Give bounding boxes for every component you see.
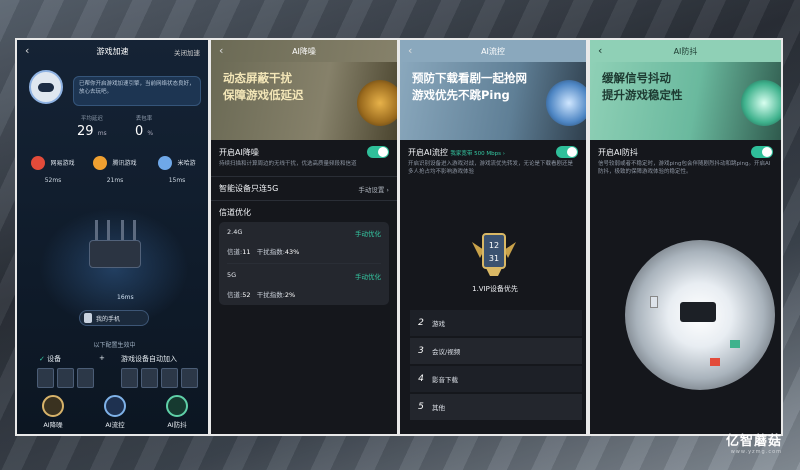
banner: 缓解信号抖动 提升游戏稳定性: [590, 62, 781, 140]
gamepad-icon[interactable]: [161, 368, 178, 388]
page-title: AI降噪: [292, 46, 316, 56]
header: ‹ 游戏加速 关闭加速: [17, 40, 208, 62]
router-antenna: [107, 220, 110, 242]
device-node-icon: [730, 340, 740, 348]
my-phone-chip[interactable]: 我的手机: [79, 310, 149, 326]
manual-optimize-button[interactable]: 手动优化: [355, 228, 381, 238]
device-node-icon: [650, 296, 658, 308]
server-mihoyo: 米哈游 15ms: [151, 152, 203, 184]
tencent-icon: [93, 155, 108, 170]
badge-top-number: 12: [489, 241, 499, 250]
priority-row[interactable]: 5 其他: [410, 394, 582, 420]
watermark-logo: 亿智蘑菇 www.yzmg.com: [725, 434, 782, 455]
priority-row[interactable]: 3 会议/视频: [410, 338, 582, 364]
manual-settings-link[interactable]: 手动设置 ›: [358, 184, 389, 194]
router-antenna: [121, 220, 124, 242]
ai-denoise-toggle[interactable]: [367, 146, 389, 158]
auto-add-label: 游戏设备自动加入: [121, 355, 177, 363]
toggle-row: 开启AI流控 我家宽带 500 Mbps ›: [400, 146, 586, 158]
game-acceleration-screen: ‹ 游戏加速 关闭加速 已帮你开启游戏加速引擎，当前网络状态良好，放心去玩吧。 …: [15, 38, 210, 436]
banner: 预防下载看剧一起抢网 游戏优先不跳Ping: [400, 62, 586, 140]
netease-icon: [31, 155, 46, 170]
back-icon[interactable]: ‹: [219, 44, 223, 57]
toggle-label: 开启AI防抖: [598, 147, 638, 157]
server-netease: 网易游戏 52ms: [27, 152, 79, 184]
status-bubble: 已帮你开启游戏加速引擎，当前网络状态良好，放心去玩吧。: [73, 76, 201, 106]
header: ‹ AI防抖: [590, 40, 781, 62]
device-thumbnail[interactable]: [57, 368, 74, 388]
nav-ai-flow-control[interactable]: AI流控: [95, 395, 135, 429]
channel-optimization-title: 信道优化: [219, 208, 251, 217]
header: ‹ AI流控: [400, 40, 586, 62]
packet-loss-stat: 丢包率 0 %: [135, 116, 154, 139]
bandwidth-link[interactable]: 我家宽带 500 Mbps ›: [450, 151, 505, 157]
priority-row[interactable]: 2 游戏: [410, 310, 582, 336]
nav-ai-anti-jitter[interactable]: AI防抖: [157, 395, 197, 429]
router-icon: [89, 240, 141, 268]
latency-label: 16ms: [117, 294, 134, 301]
page-title: AI防抖: [673, 46, 698, 56]
phone-icon: [84, 313, 92, 323]
back-icon[interactable]: ‹: [598, 44, 602, 57]
toggle-label: 开启AI降噪: [219, 147, 259, 157]
ai-denoise-screen: ‹ AI降噪 动态屏蔽干扰 保障游戏低延迟 开启AI降噪 持续扫描和计算周边的无…: [209, 38, 399, 436]
device-thumbnail[interactable]: [77, 368, 94, 388]
page-title: 游戏加速: [96, 46, 129, 56]
mihoyo-icon: [158, 155, 173, 170]
plus-label: +: [99, 354, 105, 362]
gamepad-icon[interactable]: [141, 368, 158, 388]
vip-badge-icon: 12 31: [472, 233, 516, 276]
manual-optimize-button[interactable]: 手动优化: [355, 271, 381, 281]
priority-row[interactable]: 4 影音下载: [410, 366, 582, 392]
ai-anti-jitter-icon: [166, 395, 188, 417]
ai-flow-control-icon: [104, 395, 126, 417]
nav-ai-denoise[interactable]: AI降噪: [33, 395, 73, 429]
toggle-description: 信号较弱或者不稳定时，游戏ping包会伴随剧烈抖动和跳ping。开启AI防抖，极…: [598, 161, 771, 175]
page-title: AI流控: [481, 46, 505, 56]
toggle-row: 开启AI防抖: [590, 146, 781, 158]
smart-5g-row[interactable]: 智能设备只连5G 手动设置 ›: [211, 183, 397, 194]
toggle-row: 开启AI降噪: [211, 146, 397, 158]
toggle-description: 持续扫描和计算周边的无线干扰，优选高质量频段和信道: [219, 161, 357, 167]
device-group-label: ✓ 设备: [39, 355, 62, 363]
device-thumbnails: [37, 368, 94, 388]
badge-bottom-number: 31: [489, 254, 499, 263]
toggle-description: 开启识别设备进入游戏对战，游戏流优先转发，无论是下载看剧还是多人抢占均不影响游戏…: [408, 161, 574, 175]
avg-latency-stat: 平均延迟 29 ms: [77, 116, 107, 139]
radar-medal-icon: [357, 80, 397, 126]
back-icon[interactable]: ‹: [25, 44, 29, 57]
ai-flow-control-screen: ‹ AI流控 预防下载看剧一起抢网 游戏优先不跳Ping 开启AI流控 我家宽带…: [398, 38, 588, 436]
gamepad-icon[interactable]: [181, 368, 198, 388]
ai-anti-jitter-screen: ‹ AI防抖 缓解信号抖动 提升游戏稳定性 开启AI防抖 信号较弱或者不稳定时，…: [588, 38, 783, 436]
signal-medal-icon: [741, 80, 781, 126]
banner: 动态屏蔽干扰 保障游戏低延迟: [211, 62, 397, 140]
close-acceleration-button[interactable]: 关闭加速: [174, 47, 200, 57]
router-antenna: [95, 220, 98, 242]
back-icon[interactable]: ‹: [408, 44, 412, 57]
robot-mascot-icon: [29, 70, 63, 104]
ai-denoise-icon: [42, 395, 64, 417]
vip-priority-label: 1.VIP设备优先: [472, 285, 518, 293]
avg-latency-value: 29: [77, 124, 94, 139]
band-card-2-4g: 2.4G 手动优化 信道:11 干扰指数:43% 5G 手动优化 信道:52 干扰指…: [219, 222, 389, 305]
device-thumbnail[interactable]: [37, 368, 54, 388]
router-icon: [680, 302, 716, 322]
header: ‹ AI降噪: [211, 40, 397, 62]
router-antenna: [133, 220, 136, 242]
section-config-active: 以下配置生效中: [93, 342, 136, 349]
packet-loss-value: 0: [135, 124, 144, 139]
ai-flow-control-toggle[interactable]: [556, 146, 578, 158]
wifi-medal-icon: [546, 80, 586, 126]
device-node-icon: [710, 358, 720, 366]
gamepad-icon[interactable]: [121, 368, 138, 388]
ai-anti-jitter-toggle[interactable]: [751, 146, 773, 158]
server-tencent: 腾讯游戏 21ms: [89, 152, 141, 184]
toggle-label: 开启AI流控: [408, 147, 448, 157]
game-device-thumbnails: [121, 368, 198, 388]
